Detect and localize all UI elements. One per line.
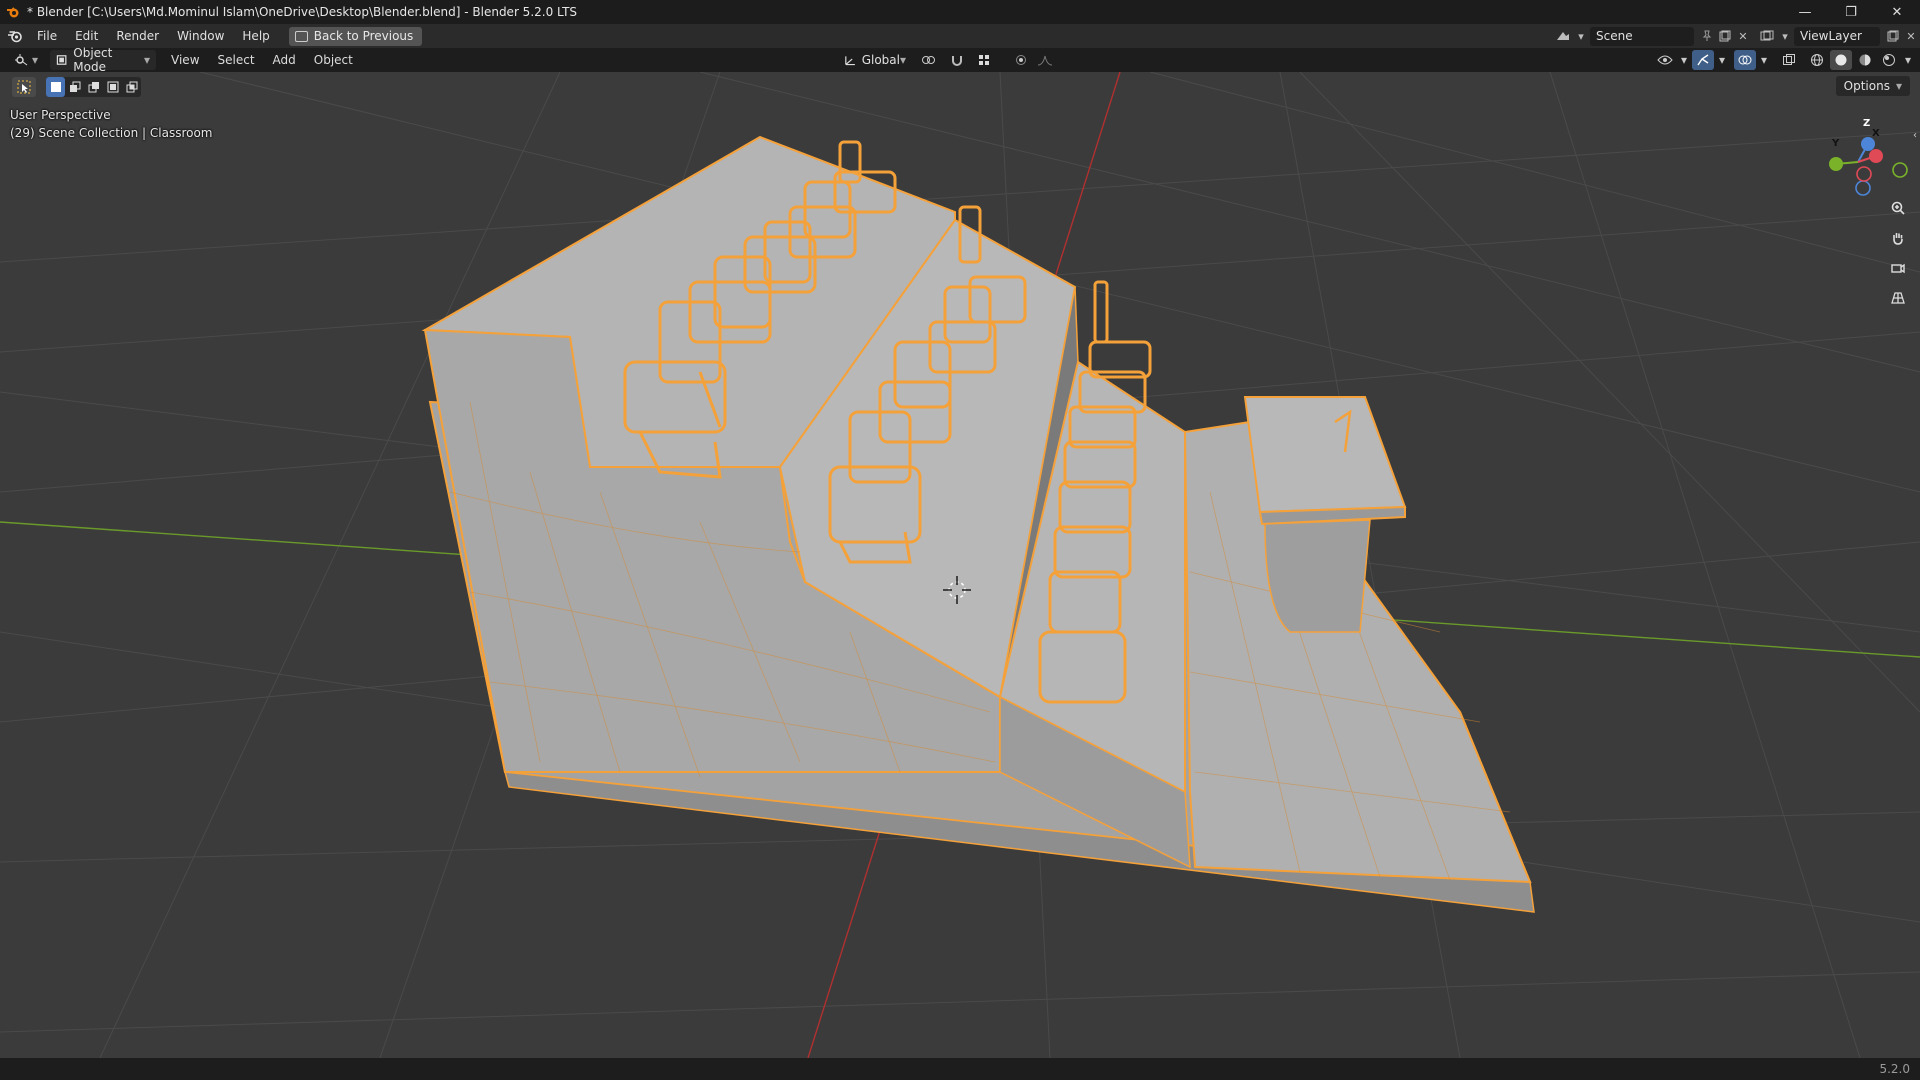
selection-mode-group [46,77,141,97]
solid-shading-icon[interactable] [1830,50,1852,70]
back-icon [294,30,308,42]
cursor-arrow-icon [17,80,31,94]
pivot-point-icon[interactable] [914,50,944,70]
snap-toggle-icon[interactable] [946,50,968,70]
menu-view[interactable]: View [162,53,208,67]
transform-orientation-dropdown[interactable]: Global ▾ [838,50,912,70]
pin-icon[interactable] [1698,27,1716,46]
chevron-down-icon[interactable]: ▾ [1776,27,1794,46]
gizmo-y-axis [1829,157,1843,171]
wireframe-shading-icon[interactable] [1806,50,1828,70]
menu-object[interactable]: Object [305,53,362,67]
editor-type-icon [15,54,28,66]
rendered-shading-icon[interactable] [1878,50,1900,70]
navigation-buttons [1886,196,1910,310]
chevron-down-icon: ▾ [32,53,39,67]
selection-tools [12,77,141,97]
menu-window[interactable]: Window [168,24,233,48]
delete-scene-icon[interactable]: ✕ [1734,27,1752,46]
blender-logo-icon[interactable] [2,24,28,48]
options-button[interactable]: Options ▾ [1835,76,1910,96]
gizmo-x-axis [1869,149,1883,163]
minimize-button[interactable]: — [1782,0,1828,24]
menu-help[interactable]: Help [233,24,278,48]
chevron-down-icon: ▾ [899,53,906,67]
chevron-down-icon: ▾ [144,53,151,67]
back-to-previous-button[interactable]: Back to Previous [288,26,423,46]
mode-subtract-icon[interactable] [84,77,103,97]
orientation-label: Global [861,53,900,67]
view-layer-label: ViewLayer [1800,29,1862,43]
zoom-icon[interactable] [1886,196,1910,220]
chevron-down-icon[interactable]: ▾ [1678,50,1690,70]
viewport-header: ▾ Object Mode ▾ View Select Add Object G… [0,46,1920,74]
editor-type-button[interactable]: ▾ [8,50,44,70]
chevron-down-icon[interactable]: ▾ [1758,50,1770,70]
sidebar-toggle-icon[interactable]: ‹ [1910,120,1920,150]
top-bar: File Edit Render Window Help Back to Pre… [0,24,1920,48]
falloff-icon[interactable] [1034,50,1056,70]
pan-hand-icon[interactable] [1886,226,1910,250]
proportional-editing-icon[interactable] [1010,50,1032,70]
scene-name-label: Scene [1596,29,1633,43]
close-button[interactable]: ✕ [1874,0,1920,24]
blender-app-icon [5,4,21,20]
object-mode-dropdown[interactable]: Object Mode ▾ [50,46,157,74]
view-layer-field[interactable]: ViewLayer [1794,26,1880,46]
select-tool-button[interactable] [12,77,36,97]
navigation-gizmo [1829,137,1908,196]
mode-extend-icon[interactable] [65,77,84,97]
chevron-down-icon[interactable]: ▾ [1902,50,1914,70]
object-mode-icon [56,55,67,65]
delete-view-layer-icon[interactable]: ✕ [1902,27,1920,46]
new-view-layer-icon[interactable] [1884,27,1902,46]
orthographic-grid-icon[interactable] [1886,286,1910,310]
mode-invert-icon[interactable] [103,77,122,97]
gizmo-y-label[interactable]: Y [1832,138,1839,149]
new-scene-icon[interactable] [1716,27,1734,46]
mode-intersect-icon[interactable] [122,77,141,97]
snap-target-icon[interactable] [970,50,1000,70]
back-to-previous-label: Back to Previous [313,29,414,43]
chevron-down-icon[interactable]: ▾ [1572,27,1590,46]
visibility-eye-icon[interactable] [1654,50,1676,70]
status-bar: 5.2.0 [0,1058,1920,1080]
classroom-mesh [421,135,1535,913]
menu-select[interactable]: Select [209,53,264,67]
material-preview-icon[interactable] [1854,50,1876,70]
gizmo-x-label[interactable]: X [1872,128,1880,139]
gizmo-z-axis [1861,137,1875,151]
chevron-down-icon[interactable]: ▾ [1716,50,1728,70]
overlays-toggle-icon[interactable] [1734,50,1756,70]
orientation-icon [845,56,855,66]
title-bar: * Blender [C:\Users\Md.Mominul Islam\One… [0,0,1920,24]
window-title: * Blender [C:\Users\Md.Mominul Islam\One… [27,5,578,19]
object-mode-label: Object Mode [73,46,113,74]
maximize-button[interactable]: ❐ [1828,0,1874,24]
view-layer-icon[interactable] [1758,27,1776,46]
scene-name-field[interactable]: Scene [1590,26,1694,46]
menu-add[interactable]: Add [264,53,305,67]
menu-file[interactable]: File [28,24,66,48]
menu-edit[interactable]: Edit [66,24,107,48]
gizmo-toggle-icon[interactable] [1692,50,1714,70]
3d-viewport[interactable]: Z Y X User Perspective (29) Scene Collec… [0,72,1920,1058]
scene-selector-icon[interactable] [1554,27,1572,46]
camera-view-icon[interactable] [1886,256,1910,280]
viewport-scene [0,72,1920,1058]
xray-toggle-icon[interactable] [1778,50,1800,70]
chevron-down-icon: ▾ [1895,79,1902,93]
collection-label: (29) Scene Collection | Classroom [10,126,213,140]
gizmo-z-label[interactable]: Z [1863,118,1870,129]
mode-set-icon[interactable] [46,77,65,97]
menu-render[interactable]: Render [107,24,168,48]
version-label: 5.2.0 [1879,1062,1910,1076]
options-label: Options [1843,79,1890,93]
perspective-label: User Perspective [10,108,111,122]
